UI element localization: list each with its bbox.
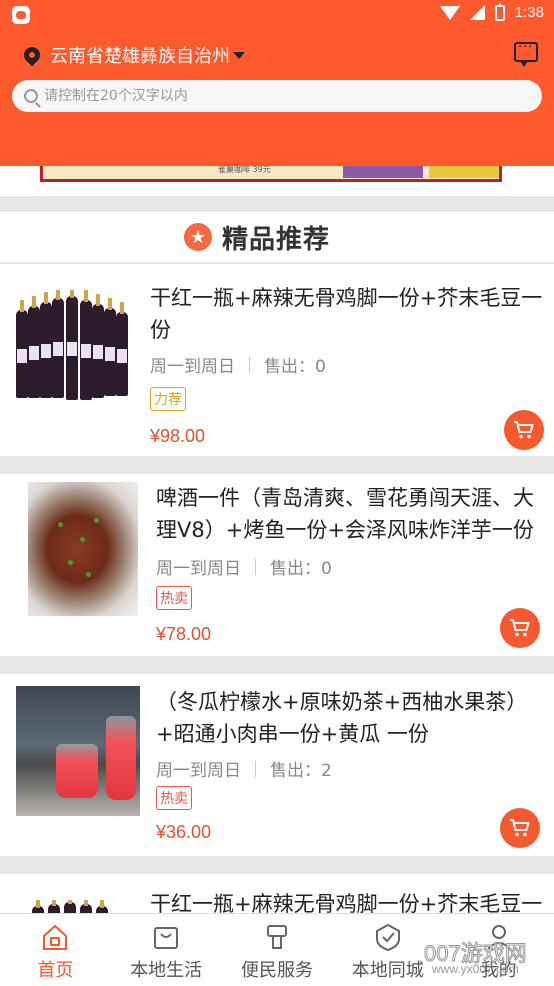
nav-home[interactable]: 首页 — [0, 914, 111, 986]
shopping-bag-icon — [154, 927, 179, 949]
divider — [255, 558, 256, 575]
add-to-cart-button[interactable] — [500, 808, 540, 848]
add-to-cart-button[interactable] — [504, 410, 544, 450]
product-sold: 售出：2 — [270, 761, 332, 781]
nav-label: 便民服务 — [240, 960, 313, 981]
product-schedule: 周一到周日 — [150, 357, 235, 377]
watermark-url: www.yx007.com — [432, 962, 519, 976]
product-schedule: 周一到周日 — [156, 761, 241, 781]
product-title[interactable]: 啤酒一件（青岛清爽、雪花勇闯天涯、大理V8）+烤鱼一份+会泽风味炸洋芋一份 — [156, 482, 548, 546]
product-price: ¥78.00 — [156, 624, 212, 644]
section-header: ★ 精品推荐 — [0, 212, 554, 262]
section-title: 精品推荐 — [221, 224, 330, 255]
cart-icon — [514, 421, 534, 439]
divider — [249, 356, 250, 373]
nav-label: 本地生活 — [130, 960, 203, 981]
product-image[interactable] — [16, 686, 140, 816]
location-pin-icon — [20, 43, 44, 67]
banner-strip[interactable]: 雀巢咖啡 39元 — [0, 165, 554, 196]
product-meta: 周一到周日 售出：2 — [156, 756, 332, 781]
service-icon — [266, 925, 287, 949]
add-to-cart-button[interactable] — [500, 608, 540, 648]
cart-icon — [510, 619, 530, 637]
product-card[interactable]: 干红一瓶+麻辣无骨鸡脚一份+芥末毛豆一份 周一到周日 售出：0 力荐 ¥98.0… — [0, 264, 554, 456]
divider — [255, 760, 256, 777]
banner-image[interactable]: 雀巢咖啡 39元 — [40, 165, 502, 182]
product-image[interactable] — [12, 290, 130, 412]
status-bar: 1:38 — [0, 0, 554, 30]
search-icon — [24, 89, 38, 103]
product-card[interactable]: （冬瓜柠檬水+原味奶茶+西柚水果茶）+昭通小肉串一份+黄瓜 一份 周一到周日 售… — [0, 674, 554, 856]
chevron-down-icon — [233, 51, 245, 59]
message-icon[interactable] — [514, 40, 538, 67]
app-notification-icon — [12, 6, 30, 24]
product-tag: 热卖 — [156, 586, 192, 610]
status-icons: 1:38 — [439, 2, 544, 21]
search-bar[interactable] — [12, 80, 542, 112]
location-selector[interactable]: 云南省楚雄彝族自治州 — [20, 42, 245, 68]
product-title[interactable]: 干红一瓶+麻辣无骨鸡脚一份+芥末毛豆一 — [150, 888, 554, 913]
product-meta: 周一到周日 售出：0 — [150, 352, 326, 377]
product-tag: 热卖 — [156, 786, 192, 810]
nav-label: 本地同城 — [351, 960, 424, 981]
product-image[interactable] — [28, 482, 138, 616]
product-schedule: 周一到周日 — [156, 559, 241, 579]
product-price: ¥98.00 — [150, 426, 206, 446]
app-header: 1:38 云南省楚雄彝族自治州 — [0, 0, 554, 166]
location-label: 云南省楚雄彝族自治州 — [50, 46, 230, 67]
product-price: ¥36.00 — [156, 822, 212, 842]
product-sold: 售出：0 — [264, 357, 326, 377]
product-card[interactable]: 啤酒一件（青岛清爽、雪花勇闯天涯、大理V8）+烤鱼一份+会泽风味炸洋芋一份 周一… — [0, 474, 554, 656]
search-input[interactable] — [44, 88, 524, 104]
status-time: 1:38 — [514, 4, 544, 21]
nav-local-life[interactable]: 本地生活 — [111, 914, 222, 986]
star-icon: ★ — [183, 223, 212, 251]
product-title[interactable]: 干红一瓶+麻辣无骨鸡脚一份+芥末毛豆一份 — [150, 282, 550, 346]
wifi-icon — [439, 5, 460, 20]
banner-caption: 雀巢咖啡 39元 — [218, 165, 271, 174]
check-badge-icon — [375, 923, 400, 952]
nav-label: 首页 — [37, 960, 74, 981]
signal-icon — [469, 5, 485, 20]
product-card[interactable]: 干红一瓶+麻辣无骨鸡脚一份+芥末毛豆一 — [0, 874, 554, 913]
product-tag: 力荐 — [150, 387, 186, 411]
battery-icon — [494, 2, 505, 21]
product-title[interactable]: （冬瓜柠檬水+原味奶茶+西柚水果茶）+昭通小肉串一份+黄瓜 一份 — [156, 686, 548, 750]
product-meta: 周一到周日 售出：0 — [156, 554, 332, 579]
cart-icon — [510, 819, 530, 837]
nav-services[interactable]: 便民服务 — [222, 914, 333, 986]
product-image[interactable] — [12, 900, 130, 913]
home-icon — [43, 924, 68, 950]
product-sold: 售出：0 — [270, 559, 332, 579]
